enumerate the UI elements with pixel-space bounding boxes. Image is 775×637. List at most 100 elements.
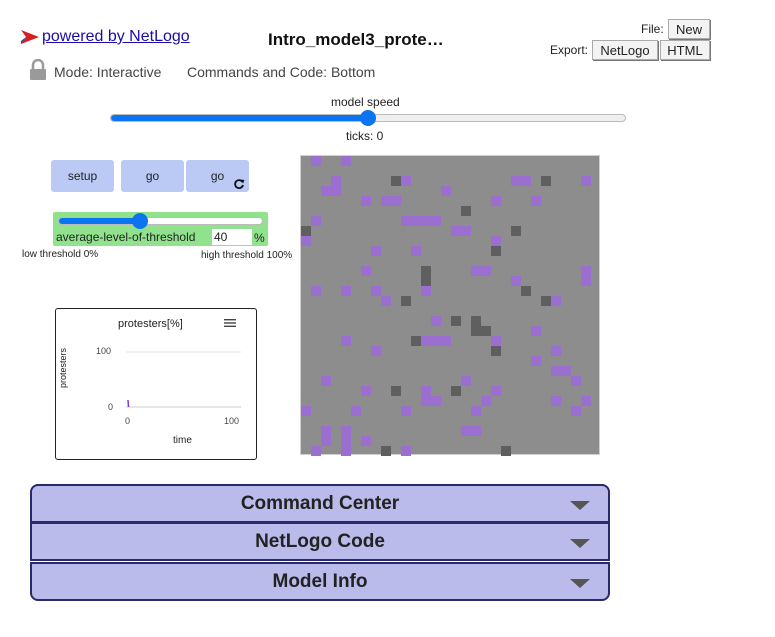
protester-patch xyxy=(341,446,351,456)
threshold-slider-fill xyxy=(59,218,141,224)
protester-patch xyxy=(401,216,411,226)
model-speed-thumb[interactable] xyxy=(360,110,376,126)
new-button[interactable]: New xyxy=(668,19,710,39)
lock-icon[interactable] xyxy=(29,59,47,81)
model-info-panel[interactable]: Model Info xyxy=(30,562,610,601)
plot-y-tick-min: 0 xyxy=(108,402,114,412)
protester-patch xyxy=(381,296,391,306)
protester-patch xyxy=(361,386,371,396)
protester-patch xyxy=(341,286,351,296)
protester-patch xyxy=(381,196,391,206)
protester-patch xyxy=(531,356,541,366)
protesters-series-line xyxy=(127,399,130,408)
protester-patch xyxy=(361,436,371,446)
export-netlogo-button[interactable]: NetLogo xyxy=(592,40,658,60)
command-center-panel[interactable]: Command Center xyxy=(30,484,610,523)
model-speed-fill xyxy=(111,115,368,121)
protester-patch xyxy=(581,276,591,286)
world-view[interactable] xyxy=(300,155,600,456)
threshold-value-input[interactable]: 40 xyxy=(212,229,252,245)
go-forever-button[interactable]: go xyxy=(186,160,249,192)
commands-position-label[interactable]: Commands and Code: Bottom xyxy=(187,64,375,80)
protester-patch xyxy=(401,446,411,456)
protester-patch xyxy=(531,196,541,206)
hamburger-menu-icon[interactable] xyxy=(224,318,236,328)
powered-by-label: powered by NetLogo xyxy=(42,28,190,45)
dark-patch xyxy=(451,386,461,396)
setup-button[interactable]: setup xyxy=(51,160,114,192)
dark-patch xyxy=(411,336,421,346)
export-label: Export: xyxy=(550,43,589,57)
protester-patch xyxy=(371,346,381,356)
protester-patch xyxy=(371,286,381,296)
protester-patch xyxy=(361,196,371,206)
protester-patch xyxy=(411,246,421,256)
plot-x-tick-max: 100 xyxy=(224,416,240,426)
protester-patch xyxy=(551,396,561,406)
protester-patch xyxy=(401,406,411,416)
protester-patch xyxy=(531,326,541,336)
protester-patch xyxy=(431,216,441,226)
dark-patch xyxy=(541,176,551,186)
dark-patch xyxy=(401,296,411,306)
plot-y-tick-max: 100 xyxy=(96,346,112,356)
protester-patch xyxy=(301,406,311,416)
chevron-down-icon xyxy=(570,539,590,548)
protester-patch xyxy=(351,406,361,416)
export-html-button[interactable]: HTML xyxy=(660,40,710,60)
protester-patch xyxy=(491,336,501,346)
protester-patch xyxy=(471,406,481,416)
protester-patch xyxy=(491,196,501,206)
protester-patch xyxy=(421,386,431,396)
protester-patch xyxy=(441,336,451,346)
protester-patch xyxy=(421,286,431,296)
high-threshold-note: high threshold 100% xyxy=(201,250,293,261)
plot-axes xyxy=(126,351,241,408)
protester-patch xyxy=(311,216,321,226)
protester-patch xyxy=(311,446,321,456)
powered-by-netlogo-link[interactable]: powered by NetLogo xyxy=(20,28,190,46)
protester-patch xyxy=(311,156,321,166)
protester-patch xyxy=(321,436,331,446)
protester-patch xyxy=(411,216,421,226)
dark-patch xyxy=(461,206,471,216)
protester-patch xyxy=(361,266,371,276)
threshold-units: % xyxy=(254,231,265,245)
plot-x-axis-label: time xyxy=(173,435,192,446)
protester-patch xyxy=(571,376,581,386)
protester-patch xyxy=(321,186,331,196)
dark-patch xyxy=(471,316,481,326)
protester-patch xyxy=(341,156,351,166)
plot-title: protesters[%] xyxy=(118,318,183,330)
dark-patch xyxy=(301,226,311,236)
model-info-label: Model Info xyxy=(272,570,368,592)
dark-patch xyxy=(481,326,491,336)
go-forever-label: go xyxy=(210,169,225,183)
protester-patch xyxy=(321,376,331,386)
threshold-slider-track[interactable] xyxy=(58,217,263,225)
protester-patch xyxy=(401,176,411,186)
protester-patch xyxy=(471,266,481,276)
netlogo-code-panel[interactable]: NetLogo Code xyxy=(30,522,610,561)
protester-patch xyxy=(461,376,471,386)
protester-patch xyxy=(491,386,501,396)
protester-patch xyxy=(341,426,351,436)
protester-patch xyxy=(551,346,561,356)
file-label: File: xyxy=(641,22,664,36)
dark-patch xyxy=(491,246,501,256)
dark-patch xyxy=(541,296,551,306)
protester-patch xyxy=(331,186,341,196)
dark-patch xyxy=(491,346,501,356)
dark-patch xyxy=(391,386,401,396)
mode-label: Mode: Interactive xyxy=(54,64,162,80)
protester-patch xyxy=(421,216,431,226)
go-once-button[interactable]: go xyxy=(121,160,184,192)
low-threshold-note: low threshold 0% xyxy=(22,249,99,260)
threshold-slider-thumb[interactable] xyxy=(132,213,148,229)
ticks-counter: ticks: 0 xyxy=(346,129,384,143)
protester-patch xyxy=(451,226,461,236)
plot-x-tick-min: 0 xyxy=(125,416,131,426)
protester-patch xyxy=(331,176,341,186)
dark-patch xyxy=(521,286,531,296)
protester-patch xyxy=(551,366,561,376)
